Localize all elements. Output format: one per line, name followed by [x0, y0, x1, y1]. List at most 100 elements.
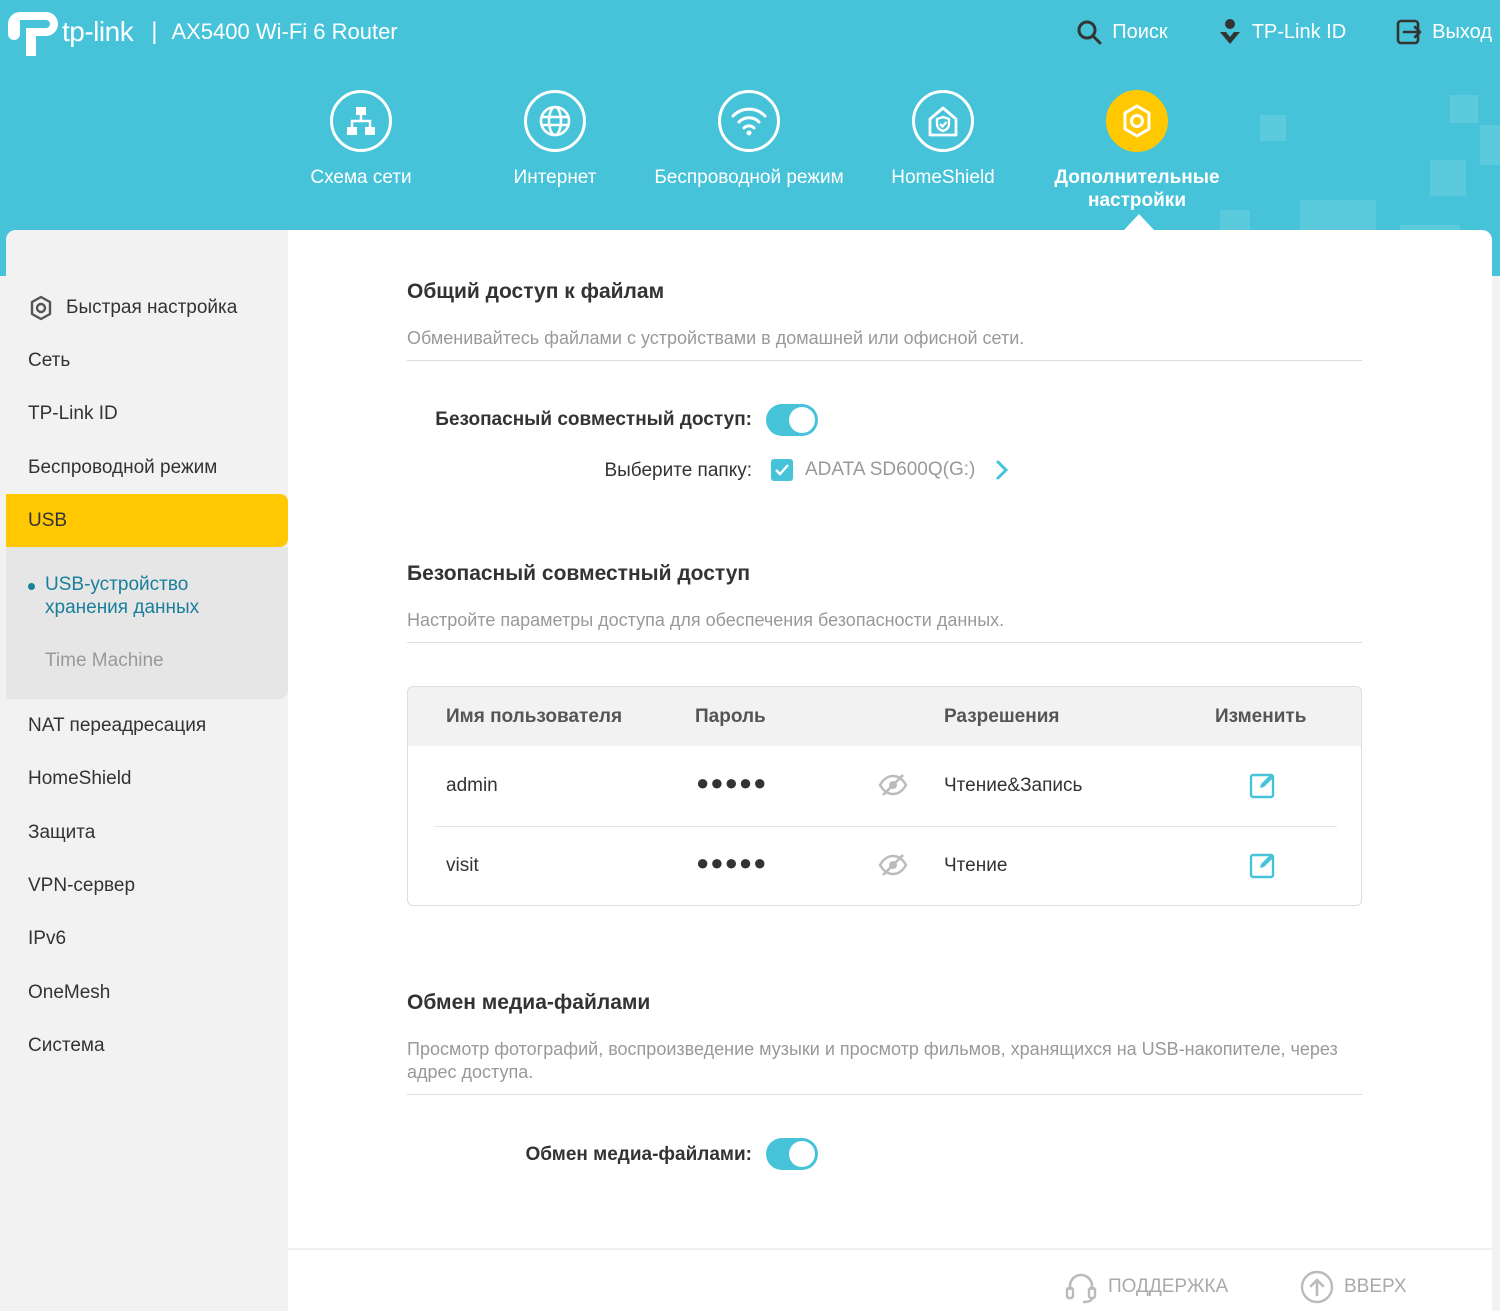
sidebar-item-vpn[interactable]: VPN-сервер [6, 859, 288, 912]
gear-icon [30, 295, 52, 320]
table-row: visit ●●●●● Чтение [408, 826, 1361, 905]
search-icon [1077, 20, 1102, 45]
secure-sharing-toggle[interactable] [766, 404, 818, 436]
search-button[interactable]: Поиск [1076, 18, 1168, 46]
nav-internet[interactable]: Интернет [458, 90, 652, 212]
brand[interactable]: tp-link | AX5400 Wi-Fi 6 Router [6, 6, 398, 58]
sidebar-item-ipv6[interactable]: IPv6 [6, 912, 288, 965]
permission: Чтение [944, 855, 1008, 876]
support-label: ПОДДЕРЖКА [1108, 1276, 1229, 1297]
section-title: Безопасный совместный доступ [407, 562, 751, 585]
sidebar-item-homeshield[interactable]: HomeShield [6, 752, 288, 805]
username: admin [446, 775, 498, 796]
username: visit [446, 855, 479, 876]
column-header: Имя пользователя [446, 706, 623, 727]
sidebar-item-security[interactable]: Защита [6, 806, 288, 859]
check-icon [775, 464, 789, 476]
sidebar-item-quick-setup[interactable]: Быстрая настройка [6, 281, 288, 334]
sidebar-item-tplink-id[interactable]: TP-Link ID [6, 387, 288, 440]
nav-advanced[interactable]: Дополнительные настройки [1040, 90, 1234, 212]
section-desc: Настройте параметры доступа для обеспече… [407, 610, 1005, 630]
tplink-id-label: TP-Link ID [1251, 20, 1347, 43]
sidebar-item-label: VPN-сервер [28, 874, 136, 896]
top-label: ВВЕРХ [1344, 1276, 1407, 1297]
section-desc: Просмотр фотографий, воспроизведение муз… [407, 1039, 1338, 1082]
sidebar-item-nat[interactable]: NAT переадресация [6, 699, 288, 752]
sidebar-item-label: Защита [28, 821, 96, 843]
sidebar-subitem-usb-storage[interactable]: USB-устройство хранения данных [28, 573, 215, 619]
column-header: Пароль [695, 706, 766, 727]
footer: ПОДДЕРЖКА ВВЕРХ [288, 1248, 1492, 1311]
folder-checkbox[interactable] [771, 459, 793, 481]
back-to-top-link[interactable]: ВВЕРХ [1300, 1270, 1407, 1304]
sidebar-subitem-label: Time Machine [45, 650, 164, 671]
sidebar-item-label: IPv6 [28, 927, 67, 949]
permission: Чтение&Запись [944, 775, 1083, 796]
sidebar-item-network[interactable]: Сеть [6, 334, 288, 387]
sidebar-item-label: Система [28, 1034, 105, 1056]
logout-label: Выход [1432, 20, 1492, 43]
password-mask: ●●●●● [696, 770, 768, 795]
sidebar-item-label: NAT переадресация [28, 714, 207, 736]
password-mask: ●●●●● [696, 850, 768, 875]
sidebar-item-wireless[interactable]: Беспроводной режим [6, 441, 288, 494]
sidebar-item-label: Беспроводной режим [28, 456, 218, 478]
edit-icon[interactable] [1249, 851, 1277, 879]
nav-label: Беспроводной режим [654, 167, 844, 188]
tp-link-logo-icon [6, 6, 58, 58]
eye-slash-icon[interactable] [878, 773, 908, 797]
sidebar-item-label: Быстрая настройка [66, 296, 238, 318]
nav-homeshield[interactable]: HomeShield [846, 90, 1040, 212]
sidebar-item-usb[interactable]: USB [6, 494, 288, 547]
sidebar-subitem-label: USB-устройство хранения данных [45, 574, 200, 618]
sidebar-item-system[interactable]: Система [6, 1019, 288, 1072]
top-actions: Поиск TP-Link ID Выход [1026, 18, 1492, 46]
gear-icon [1106, 90, 1168, 152]
divider [407, 360, 1362, 361]
globe-icon [524, 90, 586, 152]
eye-slash-icon[interactable] [878, 853, 908, 877]
folder-label: Выберите папку: [604, 460, 752, 481]
table-header: Имя пользователя Пароль Разрешения Измен… [408, 687, 1361, 746]
brand-name: tp-link [62, 16, 134, 47]
media-sharing-label: Обмен медиа-файлами: [525, 1144, 752, 1165]
wifi-icon [718, 90, 780, 152]
active-dot-icon [28, 583, 35, 590]
section-title: Общий доступ к файлам [407, 280, 665, 303]
headset-icon [1065, 1273, 1097, 1304]
section-title: Обмен медиа-файлами [407, 991, 651, 1014]
logout-button[interactable]: Выход [1396, 18, 1492, 46]
model-name: AX5400 Wi-Fi 6 Router [171, 19, 398, 44]
main-content: Общий доступ к файлам Обменивайтесь файл… [288, 230, 1492, 1311]
nav-network-map[interactable]: Схема сети [264, 90, 458, 212]
folder-select[interactable]: ADATA SD600Q(G:) [771, 459, 1009, 481]
tplink-id-button[interactable]: TP-Link ID [1218, 18, 1346, 46]
folder-name: ADATA SD600Q(G:) [805, 459, 976, 480]
edit-icon[interactable] [1249, 771, 1277, 799]
chevron-right-icon[interactable] [995, 459, 1009, 481]
secure-sharing-label: Безопасный совместный доступ: [435, 409, 752, 430]
nav-label: HomeShield [891, 167, 995, 188]
nav-wireless[interactable]: Беспроводной режим [652, 90, 846, 212]
sidebar-item-onemesh[interactable]: OneMesh [6, 966, 288, 1019]
table-row: admin ●●●●● Чтение&Запись [408, 746, 1361, 826]
main-nav: Схема сети Интернет Беспроводной режим H… [264, 90, 1234, 212]
arrow-up-circle-icon [1300, 1270, 1334, 1304]
active-nav-pointer [1124, 214, 1154, 230]
users-table: Имя пользователя Пароль Разрешения Измен… [407, 686, 1362, 906]
sidebar-item-label: OneMesh [28, 981, 111, 1003]
section-desc: Обменивайтесь файлами с устройствами в д… [407, 328, 1025, 348]
nav-label: Дополнительные настройки [1054, 167, 1220, 211]
media-sharing-toggle[interactable] [766, 1138, 818, 1170]
logout-icon [1396, 19, 1422, 45]
sidebar-item-label: USB [28, 509, 68, 531]
sidebar-item-label: TP-Link ID [28, 402, 118, 424]
sidebar-item-label: HomeShield [28, 767, 132, 789]
usb-submenu: USB-устройство хранения данных Time Mach… [6, 547, 288, 699]
content-card: Быстрая настройка Сеть TP-Link ID Беспро… [6, 230, 1492, 1311]
home-shield-icon [912, 90, 974, 152]
divider [407, 1094, 1362, 1095]
search-label: Поиск [1112, 20, 1168, 43]
support-link[interactable]: ПОДДЕРЖКА [1064, 1270, 1228, 1304]
sidebar-subitem-time-machine[interactable]: Time Machine [45, 650, 164, 672]
